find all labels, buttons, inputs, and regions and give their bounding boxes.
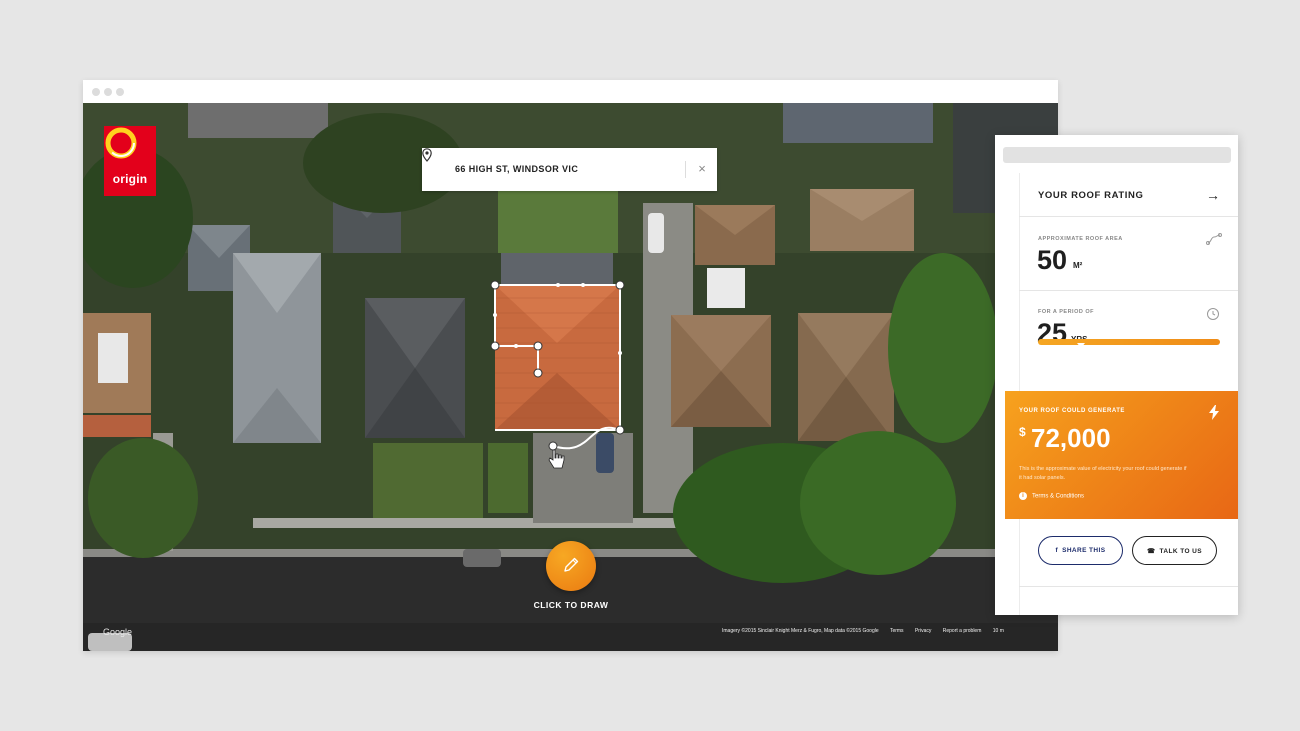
window-dot <box>104 88 112 96</box>
pencil-icon <box>564 557 579 572</box>
roof-rating-title: YOUR ROOF RATING <box>1038 190 1144 201</box>
period-label: FOR A PERIOD OF <box>1038 309 1094 315</box>
origin-logo[interactable]: origin <box>104 126 156 196</box>
talk-label: TALK TO US <box>1159 547 1202 555</box>
window-dot <box>92 88 100 96</box>
panel-actions: f SHARE THIS ☎ TALK TO US <box>1019 519 1238 587</box>
roof-rating-panel: YOUR ROOF RATING → APPROXIMATE ROOF AREA… <box>995 135 1238 615</box>
measure-path-icon <box>1206 233 1222 245</box>
brand-name: origin <box>112 172 148 186</box>
roof-area-unit: M² <box>1073 261 1083 270</box>
address-search: × <box>422 148 717 191</box>
map-attribution: Imagery ©2015 Sinclair Knight Merz & Fug… <box>722 628 1014 634</box>
facebook-icon: f <box>1055 547 1059 554</box>
draw-button[interactable] <box>546 541 596 591</box>
info-icon: i <box>1019 492 1027 500</box>
address-input[interactable] <box>455 148 675 191</box>
roof-rating-header[interactable]: YOUR ROOF RATING → <box>1019 173 1238 217</box>
generate-card: YOUR ROOF COULD GENERATE $ 72,000 This i… <box>1005 391 1238 519</box>
talk-button[interactable]: ☎ TALK TO US <box>1132 536 1217 565</box>
lightning-bolt-icon <box>1209 405 1219 420</box>
panel-address-bar <box>1003 147 1231 163</box>
share-button[interactable]: f SHARE THIS <box>1038 536 1123 565</box>
location-pin-icon <box>422 148 432 162</box>
privacy-link[interactable]: Privacy <box>915 628 931 634</box>
browser-window: origin × CLICK TO DRAW Google Imagery ©2… <box>83 80 1058 651</box>
scale-label: 10 m <box>992 628 1004 634</box>
window-dot <box>116 88 124 96</box>
terms-link[interactable]: i Terms & Conditions <box>1019 492 1084 500</box>
roof-area-label: APPROXIMATE ROOF AREA <box>1038 236 1123 242</box>
browser-toolbar <box>83 80 1058 103</box>
history-clock-icon <box>1207 308 1219 320</box>
google-logo: Google <box>103 627 133 637</box>
imagery-credit: Imagery ©2015 Sinclair Knight Merz & Fug… <box>722 628 879 634</box>
close-icon[interactable]: × <box>693 160 711 178</box>
terms-link[interactable]: Terms <box>890 628 904 634</box>
satellite-map[interactable]: origin × CLICK TO DRAW Google Imagery ©2… <box>83 103 1058 651</box>
period-slider-handle[interactable] <box>1077 343 1085 348</box>
roof-area-value: 50 <box>1037 245 1068 275</box>
phone-icon: ☎ <box>1147 547 1156 555</box>
period-metric: FOR A PERIOD OF 25 YRS <box>1019 291 1238 391</box>
generate-title: YOUR ROOF COULD GENERATE <box>1019 408 1125 414</box>
origin-ring-icon <box>105 127 137 159</box>
generate-description: This is the approximate value of electri… <box>1019 466 1187 481</box>
generate-amount: 72,000 <box>1031 423 1111 453</box>
share-label: SHARE THIS <box>1062 547 1106 554</box>
roof-area-metric: APPROXIMATE ROOF AREA 50 M² <box>1019 217 1238 291</box>
currency-symbol: $ <box>1019 425 1026 439</box>
period-slider[interactable] <box>1038 339 1220 345</box>
draw-label: CLICK TO DRAW <box>533 600 609 610</box>
terms-label: Terms & Conditions <box>1032 493 1085 500</box>
report-problem-link[interactable]: Report a problem <box>943 628 982 634</box>
arrow-right-icon[interactable]: → <box>1206 187 1220 203</box>
search-divider <box>685 161 686 178</box>
